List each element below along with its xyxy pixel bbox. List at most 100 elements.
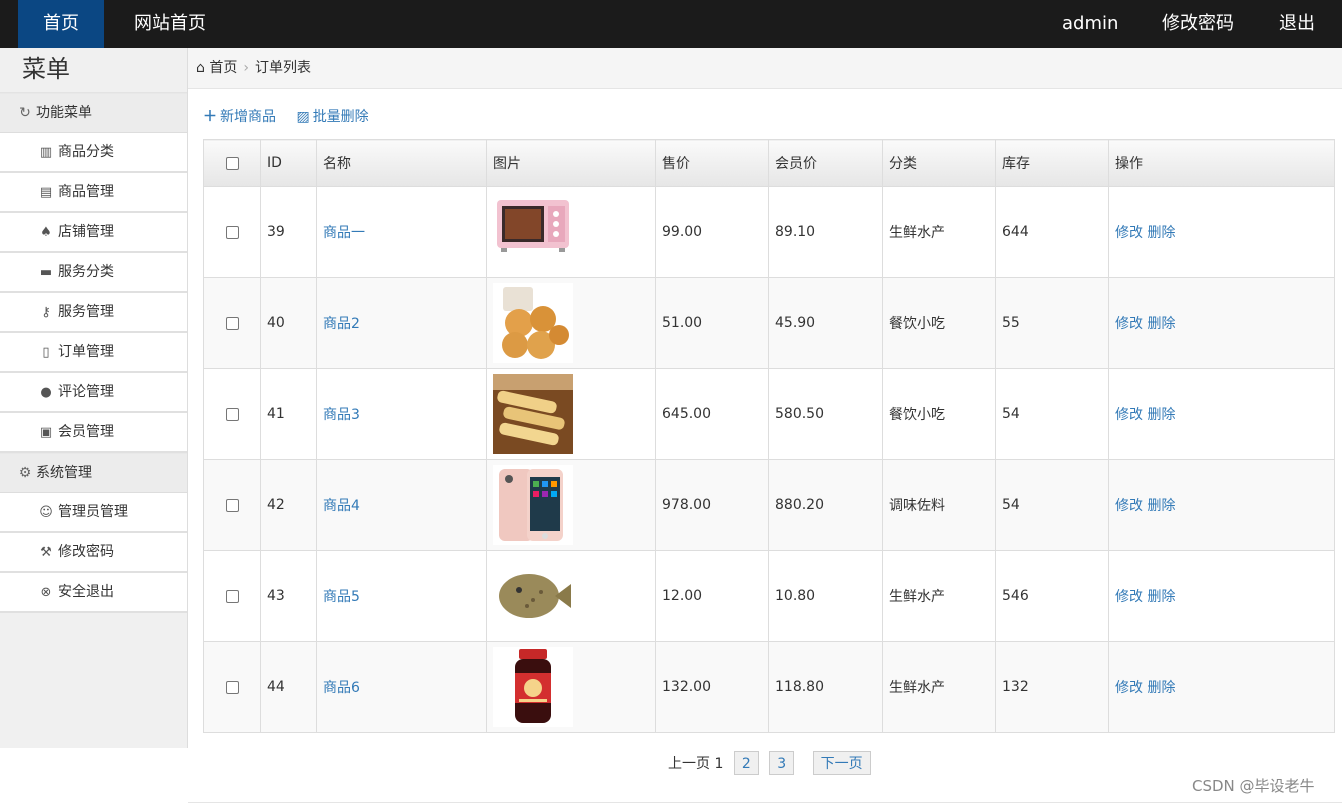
header-member-price[interactable]: 会员价 (768, 139, 883, 187)
sidebar-item-service-manage[interactable]: ⚷ 服务管理 (0, 293, 187, 333)
cell-member-price: 880.20 (768, 459, 883, 551)
nav-home[interactable]: 首页 (18, 0, 104, 48)
nav-logout[interactable]: 退出 (1279, 0, 1315, 48)
sidebar-item-safe-logout[interactable]: ⊗ 安全退出 (0, 573, 187, 613)
cell-category: 生鲜水产 (882, 186, 996, 278)
page-3-button[interactable]: 3 (769, 751, 795, 775)
sidebar-item-label: 店铺管理 (58, 224, 114, 240)
breadcrumb: ⌂ 首页 › 订单列表 (188, 48, 1342, 89)
cell-id: 43 (260, 550, 317, 642)
cell-category: 餐饮小吃 (882, 368, 996, 460)
cell-id: 41 (260, 368, 317, 460)
product-image-fish (493, 556, 573, 636)
cell-name: 商品5 (316, 550, 487, 642)
trash-icon: ▨ (296, 109, 310, 125)
header-stock[interactable]: 库存 (995, 139, 1109, 187)
cell-name: 商品一 (316, 186, 487, 278)
delete-link[interactable]: 删除 (1147, 407, 1175, 423)
sidebar-item-change-password[interactable]: ⚒ 修改密码 (0, 533, 187, 573)
sidebar-item-label: 修改密码 (58, 544, 114, 560)
nav-user[interactable]: admin (1062, 0, 1118, 48)
delete-link[interactable]: 删除 (1147, 680, 1175, 696)
footer-divider (188, 802, 1342, 803)
product-image-oven (493, 192, 573, 272)
edit-link[interactable]: 修改 (1115, 316, 1143, 332)
row-checkbox[interactable] (203, 641, 261, 733)
next-page-button[interactable]: 下一页 (812, 751, 871, 775)
header-name[interactable]: 名称 (316, 139, 487, 187)
sidebar-item-label: 管理员管理 (58, 504, 128, 520)
product-name-link[interactable]: 商品6 (323, 680, 360, 696)
edit-link[interactable]: 修改 (1115, 589, 1143, 605)
cell-actions: 修改 删除 (1108, 277, 1335, 369)
breadcrumb-current: 订单列表 (254, 60, 311, 76)
cell-id: 42 (260, 459, 317, 551)
edit-link[interactable]: 修改 (1115, 498, 1143, 514)
cell-name: 商品4 (316, 459, 487, 551)
cell-id: 40 (260, 277, 317, 369)
row-checkbox[interactable] (203, 186, 261, 278)
cell-category: 餐饮小吃 (882, 277, 996, 369)
cell-actions: 修改 删除 (1108, 550, 1335, 642)
breadcrumb-separator: › (243, 60, 249, 76)
product-name-link[interactable]: 商品5 (323, 589, 360, 605)
edit-link[interactable]: 修改 (1115, 407, 1143, 423)
row-checkbox[interactable] (203, 459, 261, 551)
header-id[interactable]: ID (260, 139, 317, 187)
header-image[interactable]: 图片 (486, 139, 656, 187)
close-circle-icon: ⊗ (40, 585, 52, 600)
breadcrumb-home[interactable]: 首页 (209, 60, 237, 76)
add-product-button[interactable]: ＋新增商品 (203, 109, 276, 125)
vcard-icon: ▣ (39, 425, 53, 440)
smile-icon: ☺ (39, 505, 53, 520)
pagination: 上一页 1 2 3 下一页 (668, 751, 871, 775)
nav-change-password[interactable]: 修改密码 (1162, 0, 1234, 48)
table-row: 41 商品3 645.00 580.50 餐饮小吃 54 修改 删除 (203, 368, 1335, 460)
cell-stock: 54 (995, 368, 1109, 460)
product-name-link[interactable]: 商品2 (323, 316, 360, 332)
cell-image (486, 277, 656, 369)
product-name-link[interactable]: 商品3 (323, 407, 360, 423)
page-2-button[interactable]: 2 (733, 751, 759, 775)
delete-link[interactable]: 删除 (1147, 589, 1175, 605)
nav-site-home[interactable]: 网站首页 (134, 0, 206, 48)
cell-member-price: 10.80 (768, 550, 883, 642)
sidebar-group-label: 功能菜单 (36, 105, 92, 121)
sidebar-item-shop-manage[interactable]: ♠ 店铺管理 (0, 213, 187, 253)
cell-price: 99.00 (655, 186, 769, 278)
sidebar-item-product-category[interactable]: ▥ 商品分类 (0, 133, 187, 173)
sidebar-item-product-manage[interactable]: ▤ 商品管理 (0, 173, 187, 213)
product-name-link[interactable]: 商品4 (323, 498, 360, 514)
product-name-link[interactable]: 商品一 (323, 225, 365, 241)
row-checkbox[interactable] (203, 368, 261, 460)
header-category[interactable]: 分类 (882, 139, 996, 187)
cell-id: 39 (260, 186, 317, 278)
product-table: ID 名称 图片 售价 会员价 分类 库存 操作 39 商品一 99.00 89… (203, 139, 1335, 733)
table-row: 43 商品5 12.00 10.80 生鲜水产 546 修改 删除 (203, 550, 1335, 642)
sidebar-group-functions[interactable]: ↻ 功能菜单 (0, 93, 187, 133)
cell-id: 44 (260, 641, 317, 733)
header-price[interactable]: 售价 (655, 139, 769, 187)
cell-category: 生鲜水产 (882, 641, 996, 733)
row-checkbox[interactable] (203, 277, 261, 369)
edit-link[interactable]: 修改 (1115, 680, 1143, 696)
sidebar-item-comment-manage[interactable]: ● 评论管理 (0, 373, 187, 413)
batch-delete-button[interactable]: ▨ 批量删除 (296, 109, 368, 125)
sidebar-group-system[interactable]: ⚙ 系统管理 (0, 453, 187, 493)
gear-icon: ⚙ (18, 465, 32, 481)
delete-link[interactable]: 删除 (1147, 225, 1175, 241)
sidebar-item-admin-manage[interactable]: ☺ 管理员管理 (0, 493, 187, 533)
select-all-checkbox[interactable] (203, 139, 261, 187)
current-page: 1 (714, 756, 724, 772)
sidebar-item-order-manage[interactable]: ▯ 订单管理 (0, 333, 187, 373)
sidebar-item-service-category[interactable]: ▬ 服务分类 (0, 253, 187, 293)
sidebar-item-member-manage[interactable]: ▣ 会员管理 (0, 413, 187, 453)
cell-image (486, 641, 656, 733)
cell-name: 商品3 (316, 368, 487, 460)
row-checkbox[interactable] (203, 550, 261, 642)
delete-link[interactable]: 删除 (1147, 316, 1175, 332)
delete-link[interactable]: 删除 (1147, 498, 1175, 514)
product-image-pastry (493, 283, 573, 363)
edit-link[interactable]: 修改 (1115, 225, 1143, 241)
sidebar-item-label: 服务分类 (58, 264, 114, 280)
